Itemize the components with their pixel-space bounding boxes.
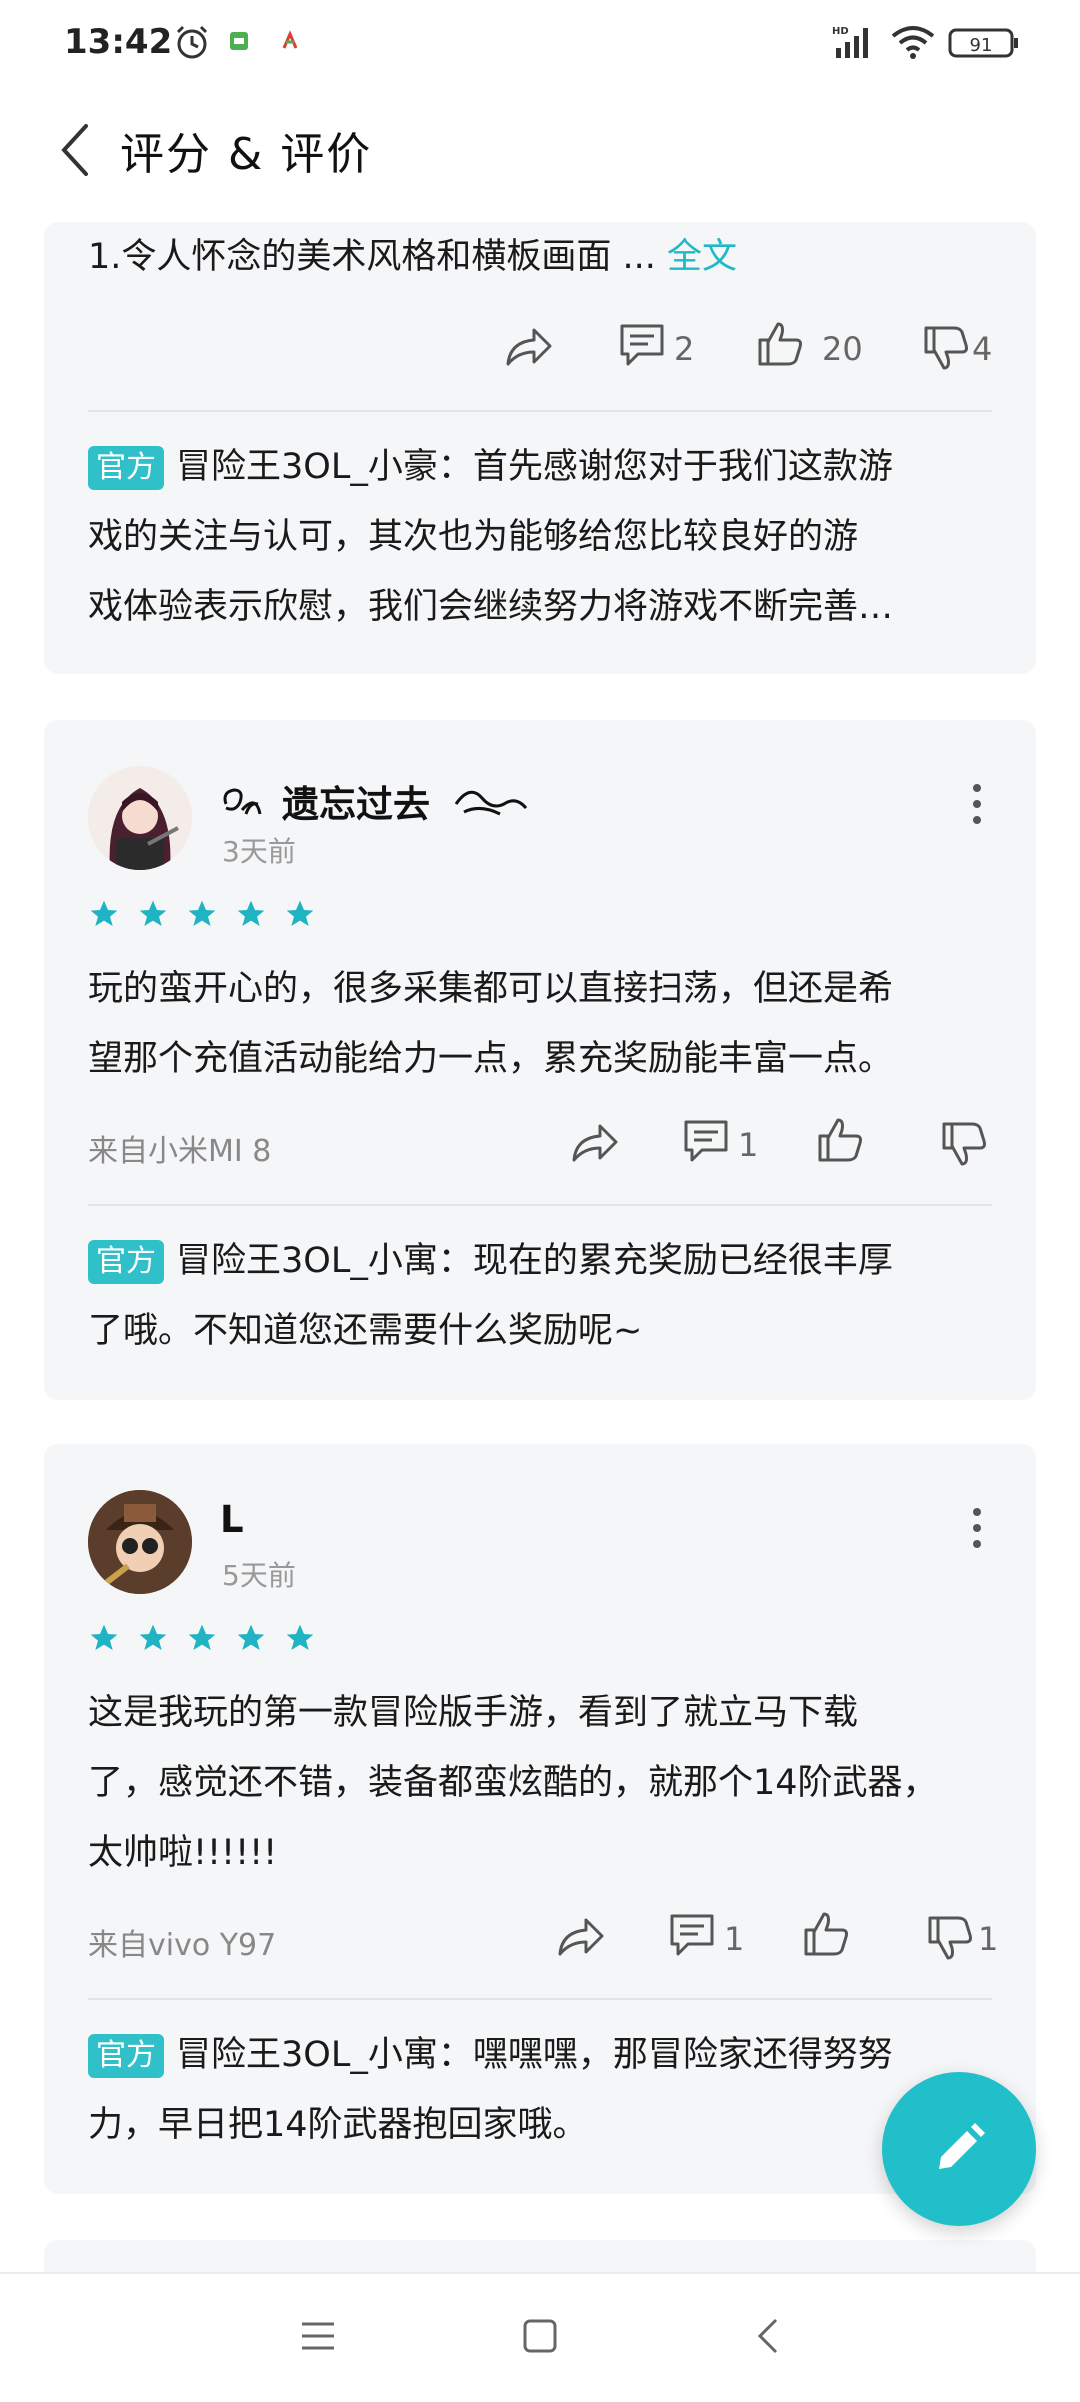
review-card: L 5天前 这是我玩的第一款冒险版手游，看到了就立马下载 了，感觉还不错，装备都… [44, 1444, 1036, 2194]
review-date: 5天前 [222, 1559, 296, 1592]
device-source: 来自vivo Y97 [88, 1928, 277, 1963]
review-card: 1.令人怀念的美术风格和横板画面 ... 全文 2 20 4 官方 冒险王3OL_… [44, 222, 1036, 674]
notification-icon [228, 30, 250, 56]
svg-text:91: 91 [970, 35, 993, 56]
avatar[interactable] [88, 1490, 192, 1594]
official-reply-line: 力，早日把14阶武器抱回家哦。 [88, 2105, 588, 2145]
divider [88, 410, 992, 412]
back-button[interactable] [56, 120, 96, 184]
star-icon [287, 900, 314, 926]
alarm-icon [172, 22, 212, 66]
star-icon [90, 900, 118, 926]
dislike-icon[interactable] [940, 1120, 988, 1172]
review-text: 这是我玩的第一款冒险版手游，看到了就立马下载 [88, 1693, 859, 1733]
official-reply-line: 戏体验表示欣慰，我们会继续努力将游戏不断完善… [88, 587, 894, 627]
official-reply-line: 戏的关注与认可，其次也为能够给您比较良好的游 [88, 517, 859, 557]
star-icon [237, 1624, 265, 1650]
share-icon[interactable] [570, 1118, 620, 1168]
divider [88, 1998, 992, 2000]
notification-icon [280, 30, 300, 56]
like-icon[interactable] [802, 1910, 850, 1962]
battery-icon: 91 [948, 26, 1020, 64]
official-tag: 官方 [88, 1240, 164, 1284]
page-title: 评分 & 评价 [120, 129, 373, 180]
star-rating [88, 898, 328, 934]
more-options-icon[interactable] [970, 1506, 984, 1554]
review-text: 太帅啦!!!!!! [88, 1833, 278, 1873]
write-review-button[interactable] [882, 2072, 1036, 2226]
wifi-icon [890, 24, 936, 64]
app-header: 评分 & 评价 [0, 90, 1080, 210]
menu-icon[interactable] [300, 2320, 336, 2356]
official-reply: 官方 冒险王3OL_小寓：嘿嘿嘿，那冒险家还得努努 [88, 2020, 893, 2090]
comment-icon[interactable] [682, 1118, 730, 1168]
status-bar: 13:42 HD 91 [0, 0, 1080, 90]
star-icon [139, 1624, 167, 1650]
clock: 13:42 [64, 22, 173, 62]
review-date: 3天前 [222, 835, 296, 868]
like-count: 20 [822, 330, 863, 368]
official-reply: 官方 冒险王3OL_小豪：首先感谢您对于我们这款游 [88, 432, 893, 502]
review-text: 望那个充值活动能给力一点，累充奖励能丰富一点。 [88, 1039, 894, 1079]
dislike-icon[interactable] [926, 1914, 974, 1966]
user-name[interactable]: 遗忘过去 [282, 774, 430, 828]
comment-icon[interactable] [668, 1912, 716, 1962]
star-icon [287, 1624, 314, 1650]
home-icon[interactable] [522, 2318, 558, 2358]
pencil-icon [931, 2121, 987, 2181]
review-text: 1.令人怀念的美术风格和横板画面 ... 全文 [88, 237, 738, 277]
review-card: 遗忘过去 3天前 玩的蛮开心的，很多采集都可以直接扫荡，但还是希 望那个充值活动… [44, 720, 1036, 1400]
signal-icon: HD [832, 24, 878, 64]
official-reply: 官方 冒险王3OL_小寓：现在的累充奖励已经很丰厚 [88, 1226, 893, 1296]
official-reply-line: 了哦。不知道您还需要什么奖励呢~ [88, 1311, 643, 1351]
full-text-link[interactable]: 全文 [667, 237, 737, 277]
dislike-count: 4 [972, 330, 993, 368]
back-nav-icon[interactable] [754, 2316, 784, 2360]
star-icon [139, 900, 167, 926]
comment-count: 1 [724, 1920, 745, 1958]
svg-text:HD: HD [832, 26, 849, 37]
share-icon[interactable] [504, 322, 554, 372]
star-icon [188, 1624, 216, 1650]
dislike-icon[interactable] [922, 324, 970, 376]
star-rating [88, 1622, 328, 1658]
official-tag: 官方 [88, 446, 164, 490]
like-icon[interactable] [756, 320, 804, 372]
divider [88, 1204, 992, 1206]
device-source: 来自小米MI 8 [88, 1134, 272, 1169]
avatar[interactable] [88, 766, 192, 870]
more-options-icon[interactable] [970, 782, 984, 830]
star-icon [90, 1624, 118, 1650]
like-icon[interactable] [816, 1116, 864, 1168]
official-tag: 官方 [88, 2034, 164, 2078]
comment-count: 1 [738, 1126, 759, 1164]
comment-icon[interactable] [618, 322, 666, 372]
share-icon[interactable] [556, 1912, 606, 1962]
review-text: 了，感觉还不错，装备都蛮炫酷的，就那个14阶武器， [88, 1763, 938, 1803]
star-icon [237, 900, 265, 926]
user-name[interactable]: L [220, 1498, 244, 1541]
dislike-count: 1 [978, 1920, 999, 1958]
system-nav-bar [0, 2272, 1080, 2402]
comment-count: 2 [674, 330, 695, 368]
star-icon [188, 900, 216, 926]
review-text: 玩的蛮开心的，很多采集都可以直接扫荡，但还是希 [88, 969, 894, 1009]
